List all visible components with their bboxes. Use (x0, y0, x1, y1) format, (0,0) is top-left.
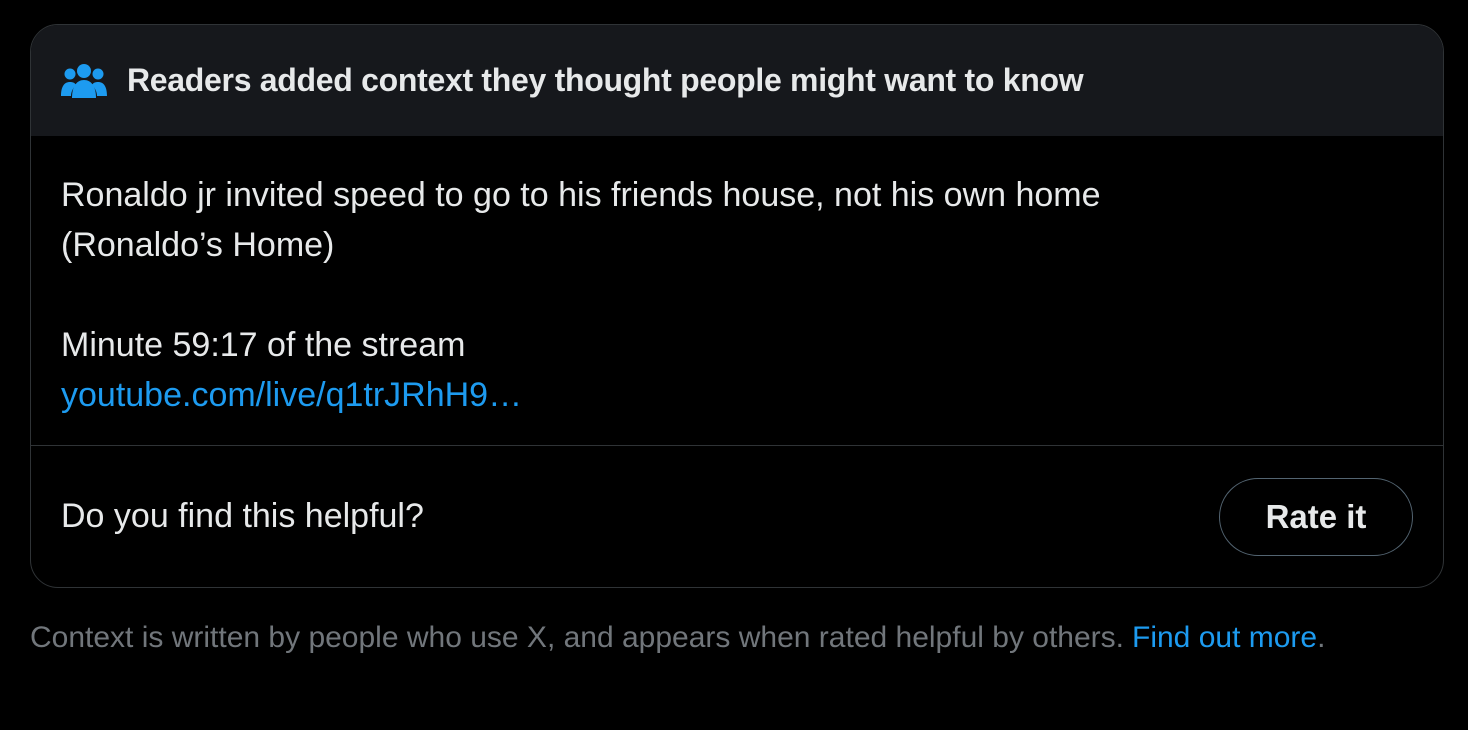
source-link[interactable]: youtube.com/live/q1trJRhH9… (61, 370, 522, 420)
find-out-more-link[interactable]: Find out more (1132, 621, 1317, 654)
note-header-title: Readers added context they thought peopl… (127, 62, 1084, 98)
people-icon (61, 61, 107, 101)
rate-it-button[interactable]: Rate it (1219, 477, 1413, 556)
note-text-line-1: Ronaldo jr invited speed to go to his fr… (61, 176, 1101, 214)
context-disclaimer: Context is written by people who use X, … (30, 618, 1430, 658)
disclaimer-text: Context is written by people who use X, … (30, 621, 1124, 654)
note-footer: Do you find this helpful? Rate it (31, 446, 1443, 587)
disclaimer-period: . (1317, 621, 1326, 654)
note-body: Ronaldo jr invited speed to go to his fr… (31, 136, 1443, 446)
helpful-question: Do you find this helpful? (61, 497, 424, 535)
page: Readers added context they thought peopl… (0, 0, 1468, 730)
note-header: Readers added context they thought peopl… (31, 25, 1443, 136)
note-text-line-2: (Ronaldo’s Home) (61, 226, 335, 264)
note-text-line-3: Minute 59:17 of the stream (61, 326, 466, 364)
community-note-card: Readers added context they thought peopl… (30, 24, 1444, 588)
